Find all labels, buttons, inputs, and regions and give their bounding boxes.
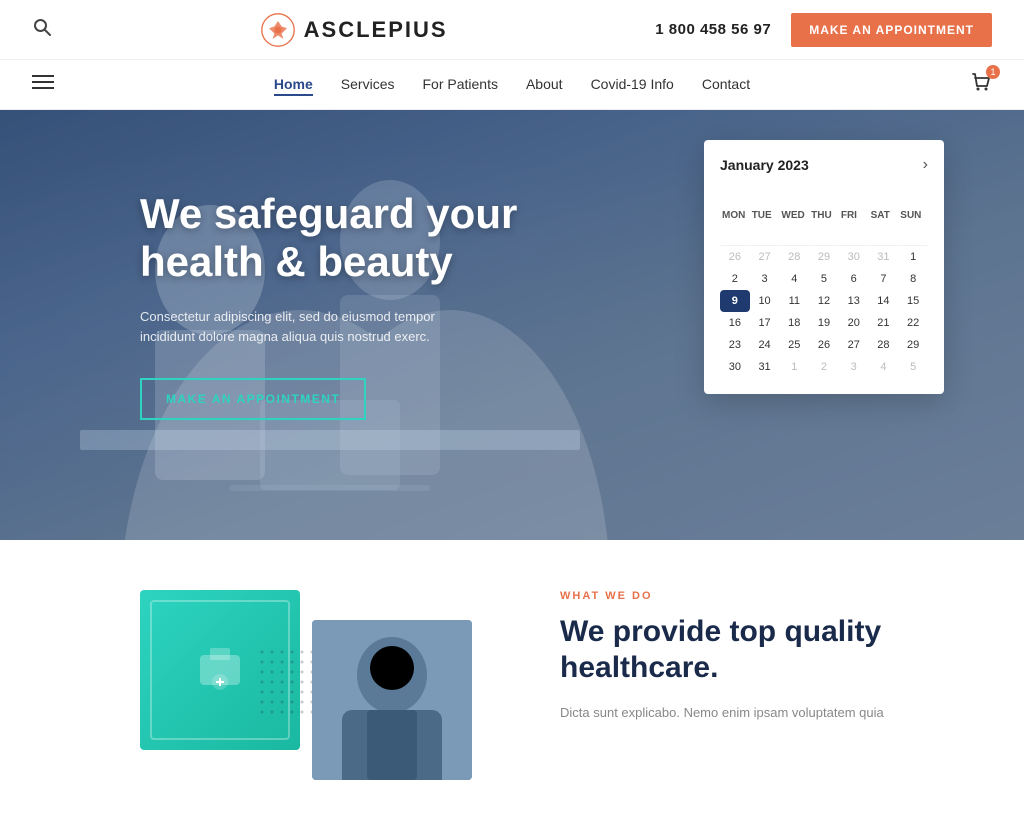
cal-day[interactable]: 7	[869, 268, 899, 290]
cal-day[interactable]: 26	[809, 334, 839, 356]
cart-icon[interactable]: 1	[970, 71, 992, 99]
bottom-images	[140, 590, 480, 780]
cal-day[interactable]: 27	[839, 334, 869, 356]
calendar-card: January 2023 › MON TUE WED THU FRI SAT S…	[704, 140, 944, 394]
cal-day[interactable]: 28	[779, 246, 809, 268]
cal-header-fri: FRI	[839, 186, 869, 246]
cal-day[interactable]: 3	[750, 268, 780, 290]
cal-day[interactable]: 6	[839, 268, 869, 290]
section-title: We provide top quality healthcare.	[560, 614, 884, 686]
cal-day[interactable]: 22	[898, 312, 928, 334]
cal-day[interactable]: 14	[869, 290, 899, 312]
cal-day[interactable]: 18	[779, 312, 809, 334]
logo-icon	[260, 12, 296, 48]
nav-item-home[interactable]: Home	[274, 76, 313, 94]
logo-text: ASCLEPIUS	[304, 17, 448, 43]
cal-day[interactable]: 1	[898, 246, 928, 268]
cal-header-thu: THU	[809, 186, 839, 246]
cal-header-sun: SUN	[898, 186, 928, 246]
cal-day[interactable]: 3	[839, 356, 869, 378]
cal-day[interactable]: 29	[898, 334, 928, 356]
cal-day[interactable]: 21	[869, 312, 899, 334]
cal-day[interactable]: 12	[809, 290, 839, 312]
main-nav: Home Services For Patients About Covid-1…	[0, 60, 1024, 110]
cal-day[interactable]: 20	[839, 312, 869, 334]
calendar-week-4: 16 17 18 19 20 21 22	[720, 312, 928, 334]
cal-day[interactable]: 31	[869, 246, 899, 268]
calendar-next-button[interactable]: ›	[923, 156, 928, 174]
what-we-do-section: WHAT WE DO We provide top quality health…	[0, 540, 1024, 830]
cal-day[interactable]: 8	[898, 268, 928, 290]
hamburger-icon[interactable]	[32, 74, 54, 95]
cal-day[interactable]: 15	[898, 290, 928, 312]
calendar-week-2: 2 3 4 5 6 7 8	[720, 268, 928, 290]
section-label: WHAT WE DO	[560, 590, 884, 602]
cal-day[interactable]: 10	[750, 290, 780, 312]
calendar-days-header: MON TUE WED THU FRI SAT SUN	[720, 186, 928, 246]
cal-day[interactable]: 19	[809, 312, 839, 334]
cal-header-wed: WED	[779, 186, 809, 246]
bottom-text: WHAT WE DO We provide top quality health…	[560, 590, 884, 724]
cal-day[interactable]: 13	[839, 290, 869, 312]
cal-day[interactable]: 17	[750, 312, 780, 334]
site-header: ASCLEPIUS 1 800 458 56 97 MAKE AN APPOIN…	[0, 0, 1024, 60]
calendar-week-3: 9 10 11 12 13 14 15	[720, 290, 928, 312]
cal-day[interactable]: 24	[750, 334, 780, 356]
cal-day[interactable]: 30	[839, 246, 869, 268]
cal-day[interactable]: 30	[720, 356, 750, 378]
doctor-portrait-svg	[312, 620, 472, 780]
nav-item-services[interactable]: Services	[341, 76, 395, 94]
cal-header-sat: SAT	[869, 186, 899, 246]
nav-item-covid[interactable]: Covid-19 Info	[591, 76, 674, 94]
cal-day[interactable]: 31	[750, 356, 780, 378]
cal-header-mon: MON	[720, 186, 750, 246]
hero-content: We safeguard your health & beauty Consec…	[140, 190, 540, 420]
cal-day[interactable]: 26	[720, 246, 750, 268]
cal-day[interactable]: 25	[779, 334, 809, 356]
cart-badge: 1	[986, 65, 1000, 79]
calendar-week-5: 23 24 25 26 27 28 29	[720, 334, 928, 356]
calendar-week-1: 26 27 28 29 30 31 1	[720, 246, 928, 268]
search-icon[interactable]	[32, 17, 52, 42]
cal-header-tue: TUE	[750, 186, 780, 246]
medical-items-icon	[180, 630, 260, 710]
cal-day[interactable]: 27	[750, 246, 780, 268]
cal-day[interactable]: 4	[779, 268, 809, 290]
hero-title: We safeguard your health & beauty	[140, 190, 540, 287]
phone-number: 1 800 458 56 97	[655, 21, 771, 38]
cal-day[interactable]: 11	[779, 290, 809, 312]
cal-day[interactable]: 23	[720, 334, 750, 356]
hero-cta-button[interactable]: MAKE AN APPOINTMENT	[140, 378, 366, 420]
calendar-header: January 2023 ›	[720, 156, 928, 174]
nav-links: Home Services For Patients About Covid-1…	[274, 76, 750, 94]
header-appointment-button[interactable]: MAKE AN APPOINTMENT	[791, 13, 992, 47]
cal-day[interactable]: 2	[809, 356, 839, 378]
cal-day[interactable]: 5	[898, 356, 928, 378]
nav-item-for-patients[interactable]: For Patients	[422, 76, 497, 94]
cal-day[interactable]: 16	[720, 312, 750, 334]
section-description: Dicta sunt explicabo. Nemo enim ipsam vo…	[560, 702, 884, 724]
cal-day[interactable]: 2	[720, 268, 750, 290]
doctor-portrait-image	[312, 620, 472, 780]
cal-day[interactable]: 29	[809, 246, 839, 268]
cal-day[interactable]: 5	[809, 268, 839, 290]
calendar-week-6: 30 31 1 2 3 4 5	[720, 356, 928, 378]
nav-item-contact[interactable]: Contact	[702, 76, 750, 94]
hero-subtitle: Consectetur adipiscing elit, sed do eius…	[140, 307, 480, 349]
calendar-grid: MON TUE WED THU FRI SAT SUN 26 27 28 29 …	[720, 186, 928, 378]
cal-day-selected[interactable]: 9	[720, 290, 750, 312]
calendar-month-title: January 2023	[720, 157, 809, 173]
cal-day[interactable]: 28	[869, 334, 899, 356]
hero-section: We safeguard your health & beauty Consec…	[0, 110, 1024, 540]
cal-day[interactable]: 4	[869, 356, 899, 378]
site-logo: ASCLEPIUS	[260, 12, 448, 48]
cal-day[interactable]: 1	[779, 356, 809, 378]
nav-item-about[interactable]: About	[526, 76, 563, 94]
